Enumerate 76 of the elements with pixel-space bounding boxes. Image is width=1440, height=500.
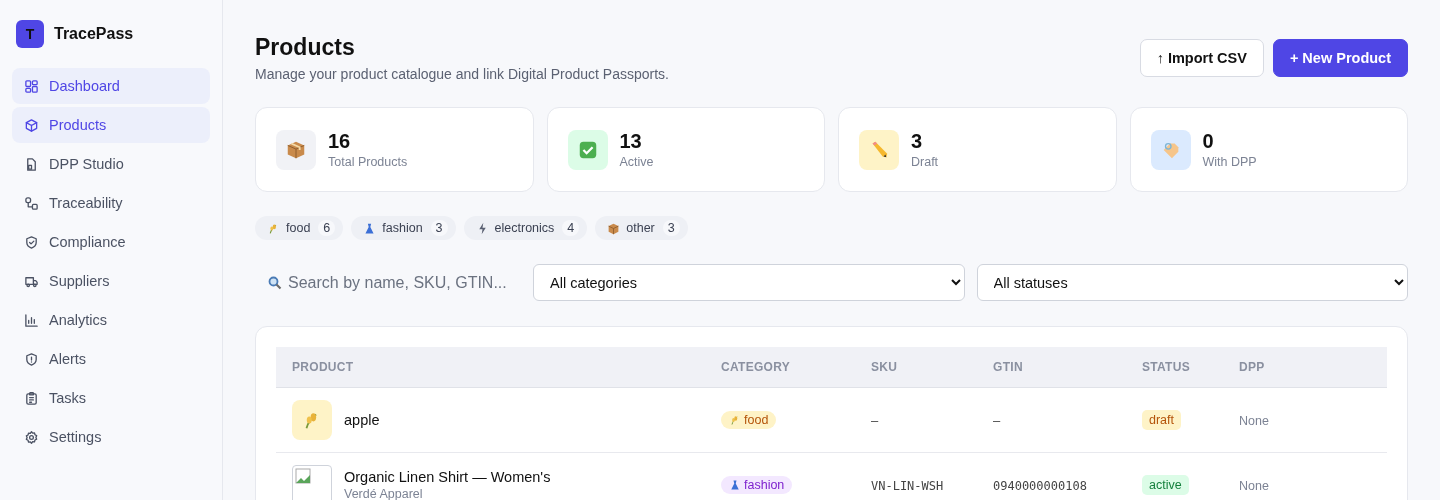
chip-count: 3 — [662, 220, 680, 236]
chip-count: 3 — [430, 220, 448, 236]
sidebar-item[interactable]: Compliance — [12, 224, 210, 260]
column-header: SKU — [871, 360, 898, 374]
category-chip[interactable]: fashion 3 — [351, 216, 456, 240]
sidebar-item[interactable]: DPP Studio — [12, 146, 210, 182]
dpp-text: None — [1239, 479, 1269, 493]
category-badge: fashion — [721, 476, 793, 494]
bars-icon — [24, 312, 39, 328]
category-chip[interactable]: food 6 — [255, 216, 344, 240]
category-chip[interactable]: electronics 4 — [463, 216, 588, 240]
stat-label: Total Products — [328, 155, 408, 169]
column-header: PRODUCT — [292, 360, 354, 374]
chip-count: 4 — [562, 220, 580, 236]
category-select[interactable]: All categories — [533, 264, 965, 301]
category-badge: food — [721, 411, 777, 429]
sku-text: — — [871, 414, 879, 428]
wheat-icon — [292, 400, 332, 440]
page-title: Products — [255, 34, 356, 61]
stat-value: 0 — [1202, 130, 1215, 153]
gtin-text: 0940000000108 — [993, 479, 1087, 493]
cube-icon — [24, 117, 39, 133]
logo: T — [16, 20, 44, 48]
chip-label: fashion — [382, 221, 423, 235]
clipboard-icon — [24, 390, 39, 406]
brand-name: TracePass — [54, 25, 134, 43]
stat-value: 13 — [619, 130, 643, 153]
status-badge: draft — [1142, 410, 1181, 430]
search-field[interactable]: Search by name, SKU, GTIN... — [255, 272, 521, 293]
import-button[interactable]: ↑ Import CSV — [1139, 39, 1264, 77]
product-name[interactable]: apple — [344, 412, 380, 428]
column-header: CATEGORY — [721, 360, 791, 374]
category-chip[interactable]: other 3 — [595, 216, 688, 240]
status-badge: active — [1142, 475, 1189, 495]
sidebar-item[interactable]: Dashboard — [12, 68, 210, 104]
status-select[interactable]: All statuses — [976, 264, 1408, 301]
stat-label: With DPP — [1202, 155, 1257, 169]
doc-icon — [24, 156, 39, 172]
tag-icon — [1150, 129, 1191, 170]
check-icon — [567, 129, 608, 170]
chip-label: electronics — [494, 221, 555, 235]
chip-count: 6 — [318, 220, 336, 236]
chip-label: food — [286, 221, 311, 235]
other-icon — [607, 221, 621, 235]
pencil-icon — [859, 129, 899, 170]
column-header: DPP — [1239, 360, 1265, 374]
page-subtitle: Manage your product catalogue and link Digital Product Passports. — [255, 66, 669, 82]
nodes-icon — [24, 195, 39, 211]
sidebar-item[interactable]: Alerts — [12, 341, 210, 377]
fashion-icon — [729, 479, 741, 491]
column-header: GTIN — [993, 360, 1023, 374]
product-name[interactable]: Organic Linen Shirt — Women's — [344, 469, 551, 485]
box-icon — [276, 129, 316, 170]
new-product-button[interactable]: + New Product — [1272, 39, 1408, 77]
stat-value: 16 — [328, 130, 352, 153]
alert-icon — [24, 351, 39, 367]
gtin-text: — — [993, 414, 1001, 428]
product-brand: Verdé Apparel — [344, 487, 424, 500]
sidebar-item[interactable]: Products — [12, 107, 210, 143]
food-icon — [729, 414, 741, 426]
dpp-text: None — [1239, 414, 1269, 428]
sidebar-item[interactable]: Settings — [12, 419, 210, 455]
sidebar-item[interactable]: Traceability — [12, 185, 210, 221]
chip-label: other — [626, 221, 655, 235]
grid-icon — [24, 78, 39, 94]
column-header: STATUS — [1142, 360, 1191, 374]
sku-text: VN-LIN-WSH — [871, 479, 944, 493]
sidebar-item[interactable]: Suppliers — [12, 263, 210, 299]
stat-label: Active — [619, 155, 654, 169]
stat-value: 3 — [911, 130, 924, 153]
gear-icon — [24, 429, 39, 445]
shield-icon — [24, 234, 39, 250]
sidebar-item[interactable]: Analytics — [12, 302, 210, 338]
sidebar-item[interactable]: Tasks — [12, 380, 210, 416]
stat-label: Draft — [911, 155, 939, 169]
search-icon — [267, 274, 283, 291]
